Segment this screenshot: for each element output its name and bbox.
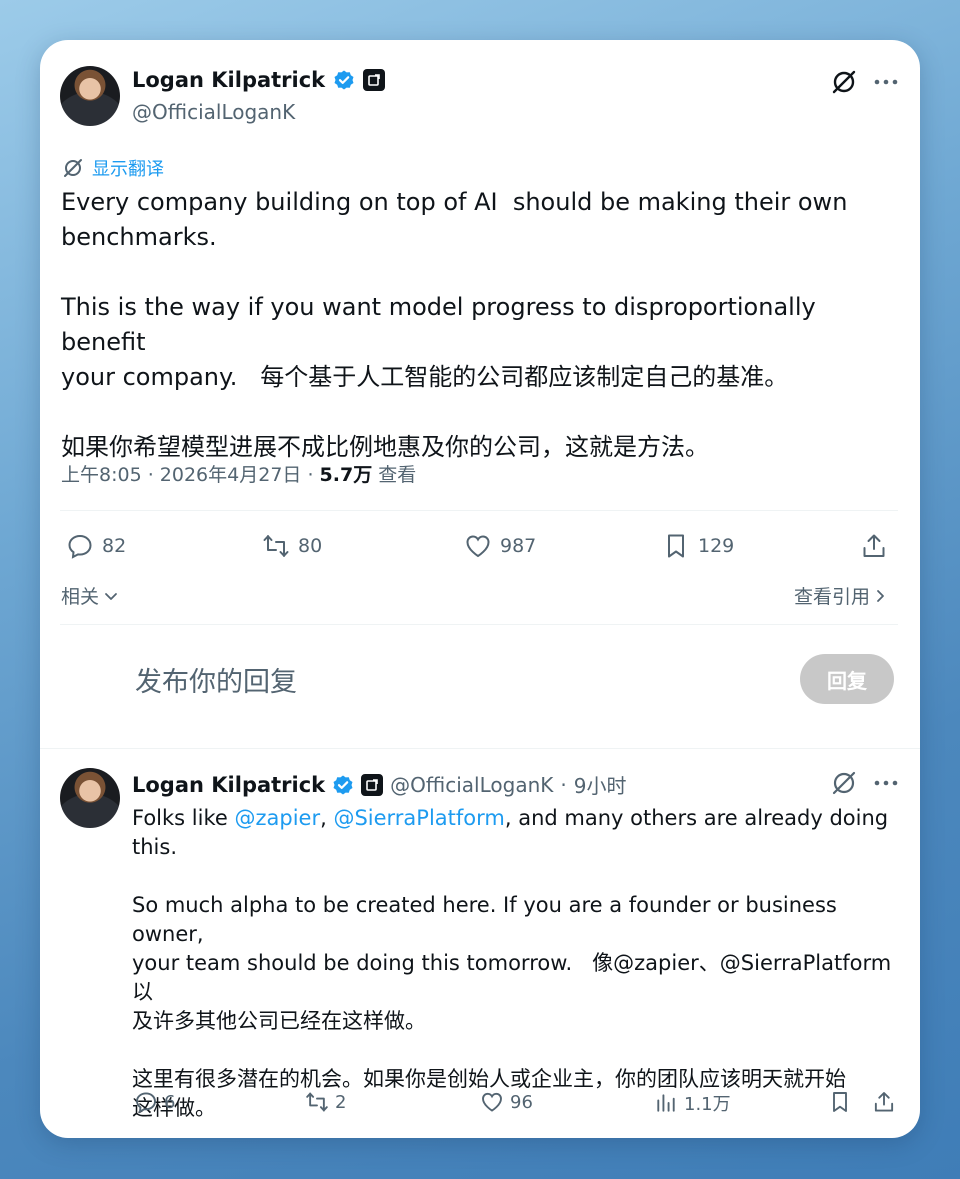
separator-dot: · bbox=[560, 772, 567, 797]
reply-reply-count: 6 bbox=[164, 1091, 176, 1113]
retweet-icon bbox=[306, 1092, 328, 1112]
author-avatar[interactable] bbox=[60, 66, 120, 126]
related-toggle[interactable]: 相关 bbox=[61, 582, 119, 609]
reply-text: Folks like @zapier, @SierraPlatform, and… bbox=[132, 804, 902, 1123]
tweet-time[interactable]: 上午8:05 bbox=[61, 464, 142, 486]
show-translation-link[interactable]: 显示翻译 bbox=[62, 155, 164, 181]
grok-icon[interactable] bbox=[830, 68, 858, 96]
author-name[interactable]: Logan Kilpatrick bbox=[132, 68, 325, 92]
chevron-right-icon bbox=[877, 589, 884, 602]
reply-views-count: 1.1万 bbox=[684, 1094, 731, 1115]
reply-like-count: 96 bbox=[510, 1091, 533, 1113]
mention-sierraplatform[interactable]: @SierraPlatform bbox=[333, 806, 504, 830]
view-quotes-link[interactable]: 查看引用 bbox=[794, 582, 888, 609]
retweet-action[interactable]: 80 bbox=[262, 532, 322, 560]
tweet-meta: 上午8:05 · 2026年4月27日 · 5.7万 查看 bbox=[61, 464, 417, 486]
reply-icon bbox=[68, 534, 92, 559]
like-action[interactable]: 987 bbox=[464, 532, 536, 560]
bookmark-icon[interactable] bbox=[828, 1090, 852, 1114]
translate-label[interactable]: 显示翻译 bbox=[92, 155, 164, 181]
retweet-count: 80 bbox=[298, 535, 323, 557]
author-handle[interactable]: @OfficialLoganK bbox=[132, 100, 295, 124]
related-label: 相关 bbox=[61, 586, 100, 608]
like-count: 987 bbox=[500, 535, 537, 557]
reply-retweet-action[interactable]: 2 bbox=[305, 1090, 346, 1114]
reply-text-rest: , and many others are already doing this… bbox=[132, 806, 892, 1120]
affiliation-badge-icon[interactable] bbox=[361, 773, 384, 796]
reply-retweet-count: 2 bbox=[335, 1091, 347, 1113]
views-count: 5.7万 bbox=[319, 464, 373, 486]
reply-action[interactable]: 82 bbox=[66, 532, 126, 560]
reply-text-start: Folks like bbox=[132, 806, 235, 830]
tweet-text: Every company building on top of AI shou… bbox=[61, 188, 848, 461]
share-icon[interactable] bbox=[872, 1090, 896, 1114]
grok-icon[interactable] bbox=[830, 769, 858, 797]
retweet-icon bbox=[263, 535, 289, 557]
reply-author-handle[interactable]: @OfficialLoganK bbox=[390, 773, 553, 797]
bookmark-icon bbox=[668, 534, 684, 558]
heart-icon bbox=[466, 535, 490, 558]
verified-badge-icon bbox=[333, 775, 353, 794]
reply-compose-input[interactable]: 发布你的回复 bbox=[135, 660, 297, 699]
chevron-down-icon bbox=[105, 592, 117, 600]
verified-badge-icon bbox=[334, 70, 354, 90]
divider bbox=[40, 748, 920, 749]
reply-comma: , bbox=[320, 806, 334, 830]
reply-author-name[interactable]: Logan Kilpatrick bbox=[132, 773, 325, 797]
reply-age[interactable]: 9小时 bbox=[574, 770, 627, 799]
more-options-icon[interactable] bbox=[872, 68, 900, 96]
reply-author-avatar[interactable] bbox=[60, 768, 120, 828]
translate-icon bbox=[64, 159, 82, 177]
affiliation-badge-icon[interactable] bbox=[363, 69, 386, 91]
reply-views-action[interactable]: 1.1万 bbox=[654, 1090, 731, 1116]
divider bbox=[60, 624, 898, 625]
reply-reply-action[interactable]: 6 bbox=[134, 1090, 175, 1114]
bookmark-action[interactable]: 129 bbox=[662, 532, 734, 560]
bookmark-count: 129 bbox=[698, 535, 735, 557]
reply-icon bbox=[136, 1092, 156, 1114]
more-options-icon[interactable] bbox=[872, 769, 900, 797]
views-label: 查看 bbox=[378, 464, 417, 486]
mention-zapier[interactable]: @zapier bbox=[234, 806, 320, 830]
heart-icon bbox=[482, 1092, 502, 1112]
analytics-icon bbox=[657, 1094, 675, 1112]
tweet-card: Logan Kilpatrick @OfficialLoganK 显示翻译 Ev… bbox=[40, 40, 920, 1138]
reply-like-action[interactable]: 96 bbox=[480, 1090, 533, 1114]
reply-submit-button[interactable]: 回复 bbox=[800, 654, 894, 704]
tweet-date[interactable]: 2026年4月27日 bbox=[160, 464, 302, 486]
reply-count: 82 bbox=[102, 535, 127, 557]
share-icon[interactable] bbox=[860, 532, 888, 560]
divider bbox=[60, 510, 898, 511]
view-quotes-label: 查看引用 bbox=[794, 586, 871, 608]
